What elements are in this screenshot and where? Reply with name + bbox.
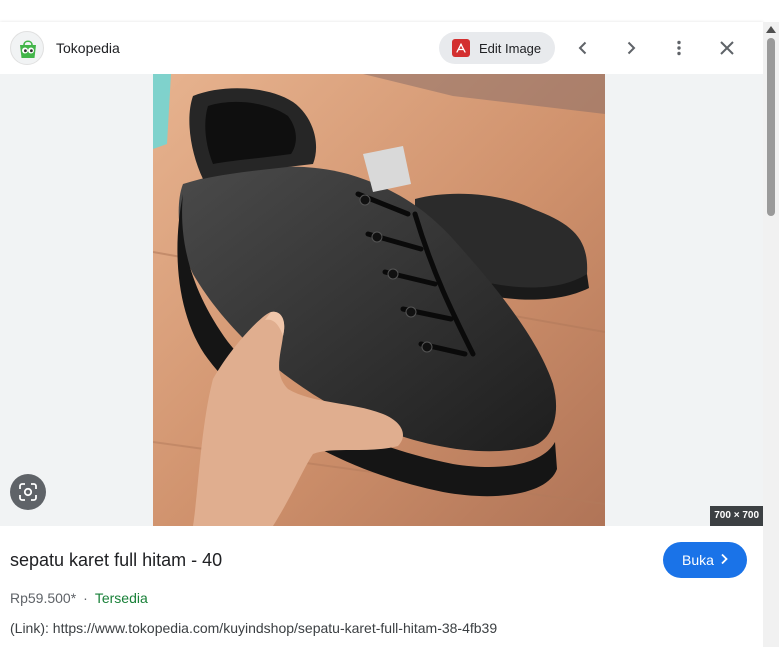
source-link[interactable]: (Link): https://www.tokopedia.com/kuyind… — [10, 620, 497, 636]
product-meta: Rp59.500* · Tersedia — [10, 590, 148, 606]
image-dimensions-badge: 700 × 700 — [710, 506, 763, 526]
pdf-icon — [452, 39, 470, 57]
chevron-right-icon — [627, 41, 636, 55]
edit-image-button[interactable]: Edit Image — [439, 32, 555, 64]
close-icon — [720, 41, 734, 55]
edit-image-label: Edit Image — [479, 40, 542, 56]
tokopedia-logo-icon — [20, 40, 36, 58]
scroll-up-arrow-icon[interactable] — [766, 26, 776, 33]
chevron-right-icon — [720, 552, 728, 568]
open-label: Buka — [682, 552, 714, 568]
site-logo[interactable] — [10, 31, 44, 65]
vertical-scrollbar[interactable] — [763, 22, 779, 647]
site-name[interactable]: Tokopedia — [56, 40, 120, 56]
google-lens-button[interactable] — [10, 474, 46, 510]
previous-button[interactable] — [569, 34, 597, 62]
close-button[interactable] — [713, 34, 741, 62]
open-button[interactable]: Buka — [663, 542, 747, 578]
price-label: Rp59.500* — [10, 590, 77, 606]
more-vert-icon — [677, 40, 681, 56]
page: Tokopedia Edit Image 700 × 700 sepatu ka… — [0, 0, 779, 647]
top-strip — [0, 0, 779, 22]
availability-label: Tersedia — [94, 590, 148, 606]
image-preview-panel: Tokopedia Edit Image 700 × 700 sepatu ka… — [0, 22, 763, 647]
next-button[interactable] — [617, 34, 645, 62]
panel-header: Tokopedia Edit Image — [0, 22, 763, 74]
chevron-left-icon — [578, 41, 587, 55]
meta-separator: · — [83, 590, 88, 606]
more-options-button[interactable] — [665, 34, 693, 62]
product-image[interactable] — [153, 74, 605, 526]
scrollbar-thumb[interactable] — [767, 38, 775, 216]
lens-icon — [19, 483, 37, 501]
image-viewer: 700 × 700 — [0, 74, 763, 526]
product-title[interactable]: sepatu karet full hitam - 40 — [10, 550, 222, 571]
